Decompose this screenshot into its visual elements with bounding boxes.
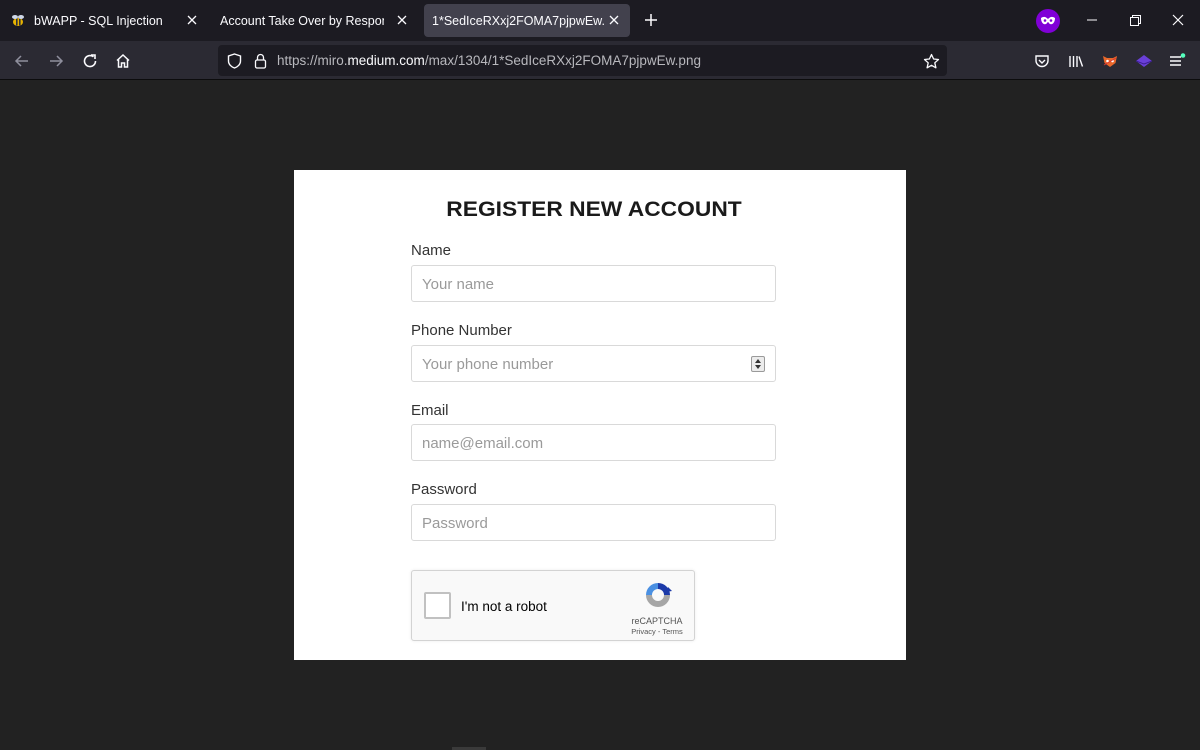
tab-bwapp[interactable]: bWAPP - SQL Injection <box>2 4 208 37</box>
name-input[interactable]: Your name <box>411 265 776 302</box>
password-input[interactable]: Password <box>411 504 776 541</box>
tab-account-take-over[interactable]: Account Take Over by Response Ma <box>212 4 418 37</box>
url-text[interactable]: https://miro.medium.com/max/1304/1*SedIc… <box>277 53 701 68</box>
home-icon <box>116 53 130 68</box>
phone-placeholder: Your phone number <box>422 356 554 373</box>
name-label: Name <box>411 242 452 259</box>
password-label: Password <box>411 481 477 498</box>
new-tab-button[interactable] <box>640 9 662 31</box>
restore-window-button[interactable] <box>1125 10 1145 30</box>
close-tab-icon[interactable] <box>184 12 200 28</box>
email-label: Email <box>411 402 449 419</box>
lock-icon[interactable] <box>250 51 270 71</box>
minimize-icon <box>1087 19 1097 21</box>
forward-button[interactable] <box>44 49 68 73</box>
recaptcha-brand: reCAPTCHA <box>631 616 683 626</box>
recaptcha-logo-icon <box>646 583 672 607</box>
phone-number-label: Phone Number <box>411 322 512 339</box>
tab-title: Account Take Over by Response Ma <box>220 13 384 28</box>
tab-image-active[interactable]: 1*SedIceRXxj2FOMA7pjpwEw.png <box>424 4 630 37</box>
reload-button[interactable] <box>78 49 102 73</box>
email-input[interactable]: name@email.com <box>411 424 776 461</box>
menu-hamburger-icon[interactable] <box>1166 50 1188 72</box>
address-bar[interactable]: https://miro.medium.com/max/1304/1*SedIc… <box>218 45 947 76</box>
phone-number-input[interactable]: Your phone number <box>411 345 776 382</box>
bee-favicon-icon <box>12 14 24 26</box>
close-tab-icon[interactable] <box>394 12 410 28</box>
extension-fox-icon[interactable] <box>1099 50 1121 72</box>
restore-icon <box>1129 14 1141 26</box>
recaptcha-checkbox[interactable] <box>424 592 451 619</box>
close-window-button[interactable] <box>1168 10 1188 30</box>
arrow-left-icon <box>14 55 28 67</box>
tab-title: 1*SedIceRXxj2FOMA7pjpwEw.png <box>432 13 604 28</box>
page-viewport: REGISTER NEW ACCOUNT Name Your name Phon… <box>0 80 1200 750</box>
recaptcha-privacy-terms-links[interactable]: Privacy - Terms <box>617 627 697 636</box>
number-spinner-icon[interactable] <box>751 356 765 372</box>
recaptcha-label: I'm not a robot <box>461 599 547 614</box>
home-button[interactable] <box>111 49 135 73</box>
close-icon <box>1172 14 1184 26</box>
reload-icon <box>83 54 97 68</box>
pocket-icon[interactable] <box>1031 50 1053 72</box>
bookmark-star-icon[interactable] <box>921 51 941 71</box>
recaptcha-widget: I'm not a robot reCAPTCHA Privacy - Term… <box>411 570 695 641</box>
plus-icon <box>645 14 657 26</box>
navigation-toolbar: https://miro.medium.com/max/1304/1*SedIc… <box>0 41 1200 80</box>
tab-title: bWAPP - SQL Injection <box>34 13 163 28</box>
tab-strip: bWAPP - SQL Injection Account Take Over … <box>0 0 1200 41</box>
name-placeholder: Your name <box>422 276 494 293</box>
extension-diamond-icon[interactable] <box>1133 50 1155 72</box>
private-browsing-mask-icon <box>1036 9 1060 33</box>
arrow-right-icon <box>50 55 64 67</box>
password-placeholder: Password <box>422 515 488 532</box>
url-prefix: https://miro. <box>277 53 348 68</box>
back-button[interactable] <box>10 49 34 73</box>
minimize-window-button[interactable] <box>1082 10 1102 30</box>
url-path: /max/1304/1*SedIceRXxj2FOMA7pjpwEw.png <box>424 53 701 68</box>
tracking-protection-shield-icon[interactable] <box>224 51 244 71</box>
close-tab-icon[interactable] <box>606 12 622 28</box>
form-title: REGISTER NEW ACCOUNT <box>446 197 742 221</box>
url-domain: medium.com <box>347 53 425 68</box>
screenshot-image: REGISTER NEW ACCOUNT Name Your name Phon… <box>294 170 906 660</box>
email-placeholder: name@email.com <box>422 435 544 452</box>
library-icon[interactable] <box>1065 50 1087 72</box>
